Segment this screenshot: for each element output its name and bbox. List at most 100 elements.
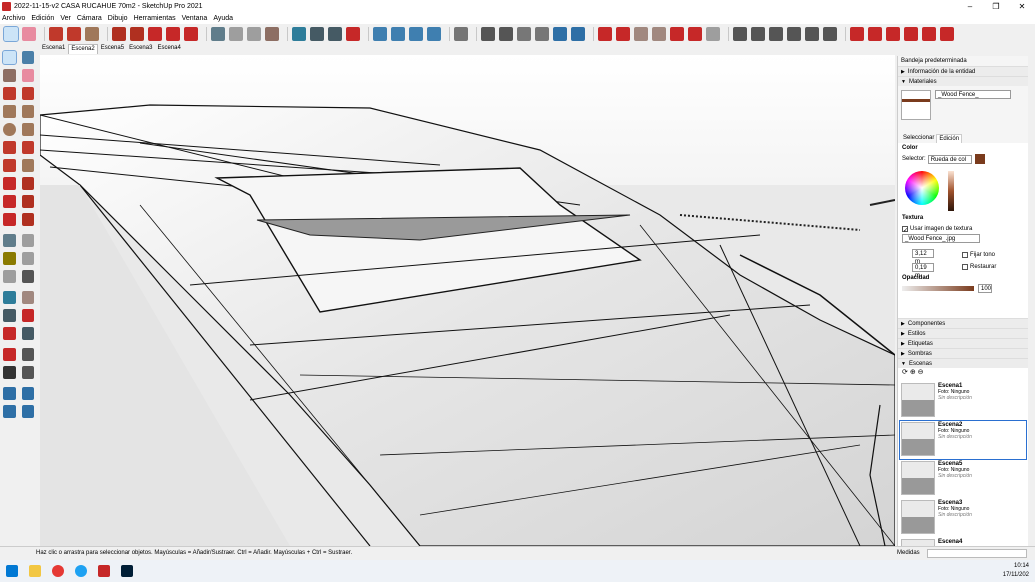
- eraser-icon[interactable]: [21, 69, 34, 82]
- rectangle-icon[interactable]: [3, 105, 16, 118]
- menu-archivo[interactable]: Archivo: [2, 15, 25, 22]
- scale-icon[interactable]: [184, 27, 198, 41]
- tab-select[interactable]: Seleccionar: [901, 134, 936, 143]
- arc-icon[interactable]: [3, 141, 16, 154]
- tab-escena2[interactable]: Escena2: [68, 44, 98, 54]
- tab-escena4[interactable]: Escena4: [155, 44, 182, 54]
- extension-warehouse-icon[interactable]: [391, 27, 405, 41]
- use-texture-checkbox[interactable]: ✓: [902, 226, 908, 234]
- axes-icon[interactable]: [3, 270, 16, 283]
- move-icon[interactable]: [3, 177, 16, 190]
- move-icon[interactable]: [148, 27, 162, 41]
- shaded-textures-icon[interactable]: [553, 27, 567, 41]
- tape-measure-icon[interactable]: [3, 234, 16, 247]
- sandbox-contours-icon[interactable]: [598, 27, 612, 41]
- user-account-icon[interactable]: [454, 27, 468, 41]
- 3d-text-icon[interactable]: [21, 270, 34, 283]
- zoom-icon[interactable]: [3, 309, 16, 322]
- tape-measure-icon[interactable]: [211, 27, 225, 41]
- pan-icon[interactable]: [21, 291, 34, 304]
- measurements-field[interactable]: [927, 549, 1027, 558]
- zoom-window-icon[interactable]: [21, 309, 34, 322]
- arc-tool-icon[interactable]: [67, 27, 81, 41]
- text-tool-icon[interactable]: [229, 27, 243, 41]
- list-item[interactable]: Escena1 Foto: Ninguno Sin descripción: [900, 382, 1026, 420]
- tab-escena1[interactable]: Escena1: [40, 44, 67, 54]
- list-item[interactable]: Escena3 Foto: Ninguno Sin descripción: [900, 499, 1026, 537]
- brightness-slider[interactable]: [948, 171, 954, 211]
- list-item[interactable]: Escena4: [900, 538, 1026, 546]
- texture-file-field[interactable]: _Wood Fence_.jpg: [902, 234, 980, 243]
- line-tool-icon[interactable]: [49, 27, 63, 41]
- color-swatch[interactable]: [974, 154, 985, 164]
- zoom-extents-icon[interactable]: [346, 27, 360, 41]
- monochrome-icon[interactable]: [571, 27, 585, 41]
- tab-escena5[interactable]: Escena5: [99, 44, 126, 54]
- views-back-icon[interactable]: [805, 27, 819, 41]
- walk-icon[interactable]: [3, 366, 16, 379]
- rotate-icon[interactable]: [3, 195, 16, 208]
- solid-intersect-icon[interactable]: [868, 27, 882, 41]
- chrome-icon[interactable]: [52, 565, 64, 577]
- tab-escena3[interactable]: Escena3: [127, 44, 154, 54]
- hidden-line-icon[interactable]: [517, 27, 531, 41]
- views-iso-icon[interactable]: [733, 27, 747, 41]
- use-texture-row[interactable]: ✓ Usar imagen de textura: [902, 226, 972, 234]
- opacity-field[interactable]: 100: [978, 284, 992, 293]
- refresh-icon[interactable]: ⟳: [902, 369, 908, 376]
- circle-icon[interactable]: [3, 123, 16, 136]
- add-detail-icon[interactable]: [688, 27, 702, 41]
- three-point-arc-icon[interactable]: [3, 159, 16, 172]
- rotated-rectangle-icon[interactable]: [21, 105, 34, 118]
- file-explorer-icon[interactable]: [29, 565, 41, 577]
- stamp-icon[interactable]: [652, 27, 666, 41]
- flip-edge-icon[interactable]: [706, 27, 720, 41]
- smoove-icon[interactable]: [634, 27, 648, 41]
- rotate-icon[interactable]: [166, 27, 180, 41]
- sketchup-taskbar-icon[interactable]: [98, 565, 110, 577]
- material-name-field[interactable]: _Wood Fence_: [935, 90, 1011, 99]
- orbit-icon[interactable]: [3, 291, 16, 304]
- fix-tone-row[interactable]: Fijar tono: [962, 252, 995, 258]
- warehouse-icon[interactable]: [3, 387, 16, 400]
- tab-edit[interactable]: Edición: [936, 134, 963, 143]
- solid-subtract-icon[interactable]: [904, 27, 918, 41]
- color-picker-select[interactable]: Rueda de col: [927, 154, 972, 164]
- shape-tool-icon[interactable]: [85, 27, 99, 41]
- reset-row[interactable]: Restaurar: [962, 264, 996, 270]
- views-top-icon[interactable]: [751, 27, 765, 41]
- eraser-icon[interactable]: [22, 27, 36, 41]
- views-right-icon[interactable]: [787, 27, 801, 41]
- section-plane-icon[interactable]: [21, 366, 34, 379]
- paint-bucket-icon[interactable]: [265, 27, 279, 41]
- media-player-icon[interactable]: [75, 565, 87, 577]
- solid-split-icon[interactable]: [940, 27, 954, 41]
- paint-bucket-icon[interactable]: [3, 69, 16, 82]
- texture-width-field[interactable]: 3,12 m: [912, 249, 934, 265]
- push-pull-icon[interactable]: [112, 27, 126, 41]
- shadows-panel[interactable]: ▶ Sombras: [898, 348, 1028, 358]
- components-panel[interactable]: ▶ Componentes: [898, 318, 1028, 328]
- views-left-icon[interactable]: [823, 27, 837, 41]
- sandbox-scratch-icon[interactable]: [616, 27, 630, 41]
- make-component-icon[interactable]: [21, 51, 34, 64]
- wireframe-icon[interactable]: [499, 27, 513, 41]
- axes-icon[interactable]: [247, 27, 261, 41]
- minimize-button[interactable]: –: [957, 0, 983, 13]
- photoshop-icon[interactable]: [121, 565, 133, 577]
- scenes-panel[interactable]: ▼ Escenas: [898, 358, 1028, 368]
- list-item[interactable]: Escena2 Foto: Ninguno Sin descripción: [899, 420, 1027, 460]
- dimension-icon[interactable]: [21, 234, 34, 247]
- fix-tone-checkbox[interactable]: [962, 252, 968, 258]
- position-camera-icon[interactable]: [3, 348, 16, 361]
- extension-manager-icon[interactable]: [21, 405, 34, 418]
- scale-icon[interactable]: [3, 213, 16, 226]
- styles-panel[interactable]: ▶ Estilos: [898, 328, 1028, 338]
- follow-me-icon[interactable]: [130, 27, 144, 41]
- select-tool-icon[interactable]: [2, 50, 17, 65]
- menu-ventana[interactable]: Ventana: [182, 15, 208, 22]
- menu-herramientas[interactable]: Herramientas: [134, 15, 176, 22]
- color-wheel[interactable]: [905, 171, 939, 205]
- solid-outer-shell-icon[interactable]: [850, 27, 864, 41]
- pie-icon[interactable]: [21, 159, 34, 172]
